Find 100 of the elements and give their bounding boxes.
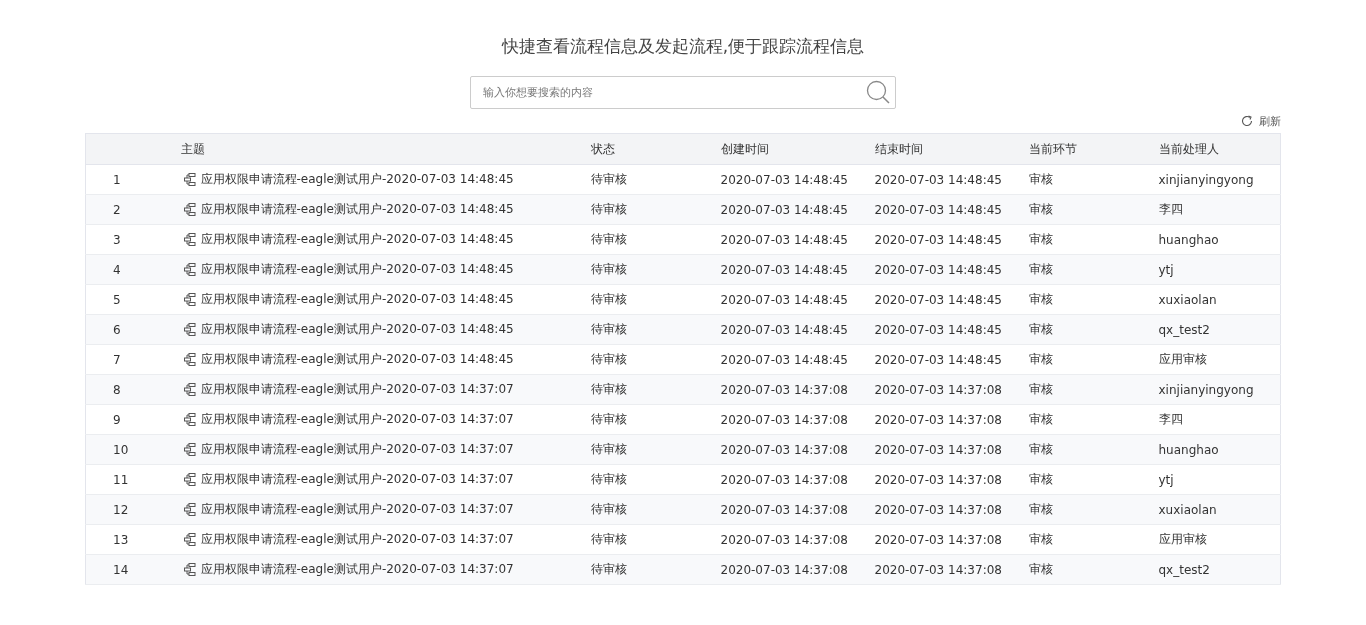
- table-cell: 2020-07-03 14:48:45: [720, 262, 848, 277]
- flowchart-icon: [183, 172, 197, 186]
- column-header: 结束时间: [874, 141, 923, 156]
- subject-link[interactable]: 应用权限申请流程-eagle测试用户-2020-07-03 14:37:07: [200, 380, 514, 398]
- page-title: 快捷查看流程信息及发起流程,便于跟踪流程信息: [501, 35, 865, 58]
- subject-link[interactable]: 应用权限申请流程-eagle测试用户-2020-07-03 14:48:45: [200, 290, 514, 308]
- table-cell: xuxiaolan: [1158, 502, 1217, 517]
- table-cell: 2020-07-03 14:48:45: [720, 292, 848, 307]
- table-cell: 2020-07-03 14:37:08: [874, 412, 1002, 427]
- table-cell: 审核: [1028, 202, 1053, 216]
- table-cell: 2020-07-03 14:48:45: [874, 232, 1002, 247]
- table-cell: qx_test2: [1158, 562, 1210, 577]
- subject-link[interactable]: 应用权限申请流程-eagle测试用户-2020-07-03 14:37:07: [200, 470, 514, 488]
- flowchart-icon: [183, 382, 197, 396]
- table-cell: 2020-07-03 14:37:08: [720, 562, 848, 577]
- table-cell: 2020-07-03 14:48:45: [874, 352, 1002, 367]
- table-cell: 2020-07-03 14:48:45: [720, 232, 848, 247]
- table-cell: 审核: [1028, 532, 1053, 546]
- row-number: 6: [113, 322, 121, 337]
- subject-link[interactable]: 应用权限申请流程-eagle测试用户-2020-07-03 14:48:45: [200, 260, 514, 278]
- subject-link[interactable]: 应用权限申请流程-eagle测试用户-2020-07-03 14:37:07: [200, 500, 514, 518]
- flowchart-icon: [183, 472, 197, 486]
- table-cell: 2020-07-03 14:48:45: [874, 322, 1002, 337]
- table-cell: 2020-07-03 14:48:45: [720, 322, 848, 337]
- table-cell: 2020-07-03 14:48:45: [720, 352, 848, 367]
- subject-link[interactable]: 应用权限申请流程-eagle测试用户-2020-07-03 14:37:07: [200, 560, 514, 578]
- table-cell: 应用审核: [1158, 532, 1207, 546]
- table-cell: 审核: [1028, 472, 1053, 486]
- table-cell: huanghao: [1158, 442, 1219, 457]
- table-cell: huanghao: [1158, 232, 1219, 247]
- flowchart-icon: [183, 202, 197, 216]
- row-number: 7: [113, 352, 121, 367]
- row-number: 10: [113, 442, 129, 457]
- subject-link[interactable]: 应用权限申请流程-eagle测试用户-2020-07-03 14:48:45: [200, 200, 514, 218]
- table-cell: 2020-07-03 14:37:08: [720, 472, 848, 487]
- flowchart-icon: [183, 352, 197, 366]
- table-cell: 2020-07-03 14:37:08: [874, 382, 1002, 397]
- table-cell: 2020-07-03 14:37:08: [720, 532, 848, 547]
- table-cell: 2020-07-03 14:37:08: [874, 532, 1002, 547]
- refresh-button[interactable]: 刷新: [1241, 113, 1281, 129]
- table-cell: 审核: [1028, 232, 1053, 246]
- row-number: 11: [113, 472, 129, 487]
- table-cell: xinjianyingyong: [1158, 382, 1254, 397]
- flowchart-icon: [183, 262, 197, 276]
- table-cell: 审核: [1028, 322, 1053, 336]
- table-cell: ytj: [1158, 262, 1174, 277]
- table-cell: 待审核: [590, 202, 627, 216]
- table-cell: 待审核: [590, 442, 627, 456]
- table-cell: 待审核: [590, 292, 627, 306]
- table-cell: 审核: [1028, 262, 1053, 276]
- table-cell: 审核: [1028, 412, 1053, 426]
- table-cell: 2020-07-03 14:37:08: [720, 442, 848, 457]
- row-number: 8: [113, 382, 121, 397]
- table-cell: 待审核: [590, 352, 627, 366]
- row-number: 14: [113, 562, 129, 577]
- row-number: 13: [113, 532, 129, 547]
- table-cell: 2020-07-03 14:37:08: [874, 442, 1002, 457]
- row-number: 9: [113, 412, 121, 427]
- subject-link[interactable]: 应用权限申请流程-eagle测试用户-2020-07-03 14:48:45: [200, 230, 514, 248]
- subject-link[interactable]: 应用权限申请流程-eagle测试用户-2020-07-03 14:37:07: [200, 440, 514, 458]
- flowchart-icon: [183, 562, 197, 576]
- flowchart-icon: [183, 442, 197, 456]
- flowchart-icon: [183, 292, 197, 306]
- table-cell: 2020-07-03 14:48:45: [874, 262, 1002, 277]
- flowchart-icon: [183, 322, 197, 336]
- column-header: 主题: [180, 141, 205, 156]
- flowchart-icon: [183, 232, 197, 246]
- table-cell: xuxiaolan: [1158, 292, 1217, 307]
- table-cell: 待审核: [590, 562, 627, 576]
- search-icon[interactable]: [866, 80, 890, 104]
- table-cell: 2020-07-03 14:48:45: [874, 292, 1002, 307]
- table-cell: 待审核: [590, 322, 627, 336]
- table-cell: 待审核: [590, 232, 627, 246]
- search-field[interactable]: 输入你想要搜索的内容: [470, 76, 896, 109]
- table-cell: 2020-07-03 14:37:08: [874, 502, 1002, 517]
- table-cell: 待审核: [590, 472, 627, 486]
- table-cell: 审核: [1028, 352, 1053, 366]
- flowchart-icon: [183, 502, 197, 516]
- subject-link[interactable]: 应用权限申请流程-eagle测试用户-2020-07-03 14:48:45: [200, 350, 514, 368]
- table-cell: qx_test2: [1158, 322, 1210, 337]
- table-cell: 审核: [1028, 502, 1053, 516]
- column-header: 当前环节: [1028, 141, 1077, 156]
- column-header: 状态: [590, 141, 615, 156]
- table-cell: 2020-07-03 14:37:08: [874, 562, 1002, 577]
- table-cell: 李四: [1158, 412, 1183, 426]
- table-cell: ytj: [1158, 472, 1174, 487]
- row-number: 12: [113, 502, 129, 517]
- table-cell: 2020-07-03 14:48:45: [874, 202, 1002, 217]
- table-cell: 待审核: [590, 412, 627, 426]
- table-cell: 2020-07-03 14:37:08: [874, 472, 1002, 487]
- flowchart-icon: [183, 412, 197, 426]
- table-cell: 审核: [1028, 442, 1053, 456]
- table-cell: 待审核: [590, 262, 627, 276]
- subject-link[interactable]: 应用权限申请流程-eagle测试用户-2020-07-03 14:37:07: [200, 410, 514, 428]
- table-cell: 2020-07-03 14:37:08: [720, 382, 848, 397]
- table-cell: 待审核: [590, 172, 627, 186]
- subject-link[interactable]: 应用权限申请流程-eagle测试用户-2020-07-03 14:37:07: [200, 530, 514, 548]
- subject-link[interactable]: 应用权限申请流程-eagle测试用户-2020-07-03 14:48:45: [200, 320, 514, 338]
- subject-link[interactable]: 应用权限申请流程-eagle测试用户-2020-07-03 14:48:45: [200, 170, 514, 188]
- flowchart-icon: [183, 532, 197, 546]
